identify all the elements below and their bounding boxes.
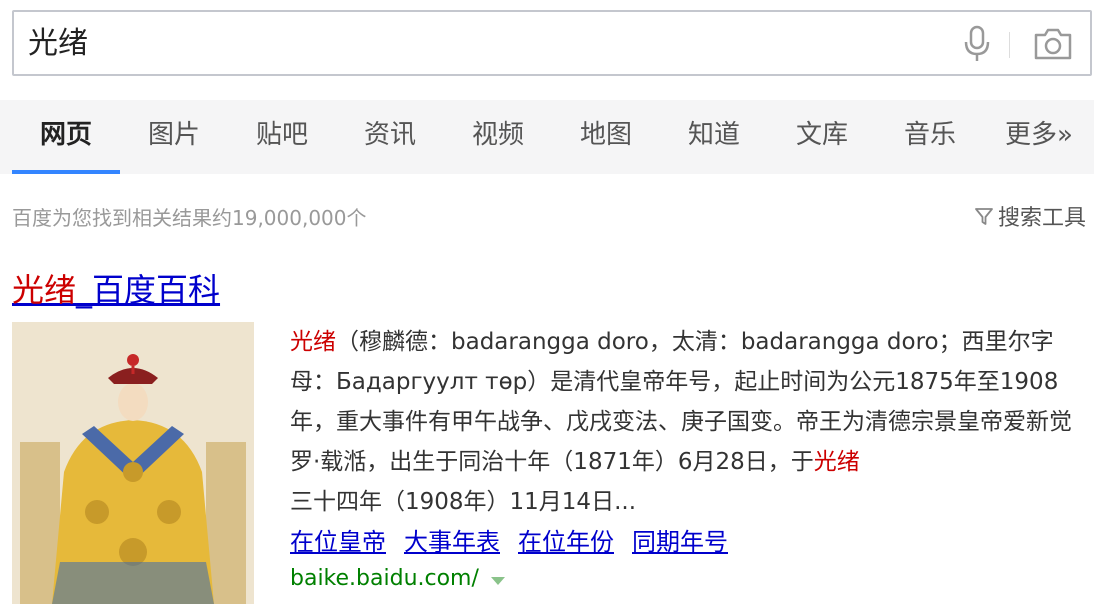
result-title-highlight: 光绪: [12, 271, 77, 309]
dropdown-caret-icon[interactable]: [490, 576, 505, 585]
tab-map[interactable]: 地图: [566, 100, 646, 174]
funnel-icon: [975, 208, 993, 225]
snippet-tail: 三十四年（1908年）11月14日...: [290, 489, 636, 515]
result-sublinks: 在位皇帝 大事年表 在位年份 同期年号: [290, 522, 728, 557]
tab-wenku[interactable]: 文库: [782, 100, 862, 174]
result-snippet: 光绪（穆麟德：badarangga doro，太清：badarangga dor…: [290, 322, 1080, 522]
snippet-highlight: 光绪: [813, 449, 860, 475]
tab-more[interactable]: 更多»: [996, 100, 1082, 174]
tab-news[interactable]: 资讯: [350, 100, 430, 174]
result-url-text: baike.baidu.com/: [290, 566, 479, 591]
microphone-icon[interactable]: [962, 24, 992, 64]
tab-music[interactable]: 音乐: [890, 100, 970, 174]
result-count: 百度为您找到相关结果约19,000,000个: [12, 206, 367, 230]
search-tools-button[interactable]: 搜索工具: [974, 200, 1086, 232]
search-box[interactable]: [12, 10, 1092, 76]
snippet-body: （穆麟德：badarangga doro，太清：badarangga doro；…: [290, 329, 1072, 475]
tab-zhidao[interactable]: 知道: [674, 100, 754, 174]
tab-web[interactable]: 网页: [12, 100, 120, 174]
sublink-emperor[interactable]: 在位皇帝: [290, 522, 386, 557]
camera-icon[interactable]: [1032, 26, 1074, 62]
sublink-reign-years[interactable]: 在位年份: [518, 522, 614, 557]
result-title-link[interactable]: 光绪_百度百科: [12, 265, 220, 311]
result-thumbnail[interactable]: [12, 322, 254, 604]
search-divider: [1009, 32, 1010, 58]
result-title-rest: _百度百科: [76, 271, 221, 309]
vertical-tabs: 网页 图片 贴吧 资讯 视频 地图 知道 文库 音乐 更多»: [0, 100, 1094, 174]
snippet-highlight: 光绪: [290, 329, 336, 355]
tab-images[interactable]: 图片: [134, 100, 214, 174]
search-tools-label: 搜索工具: [997, 206, 1086, 231]
sublink-chronology[interactable]: 大事年表: [404, 522, 500, 557]
tab-video[interactable]: 视频: [458, 100, 538, 174]
result-url: baike.baidu.com/: [290, 566, 505, 591]
search-input[interactable]: [28, 26, 928, 62]
sublink-contemporary-eras[interactable]: 同期年号: [632, 522, 728, 557]
tab-tieba[interactable]: 贴吧: [242, 100, 322, 174]
